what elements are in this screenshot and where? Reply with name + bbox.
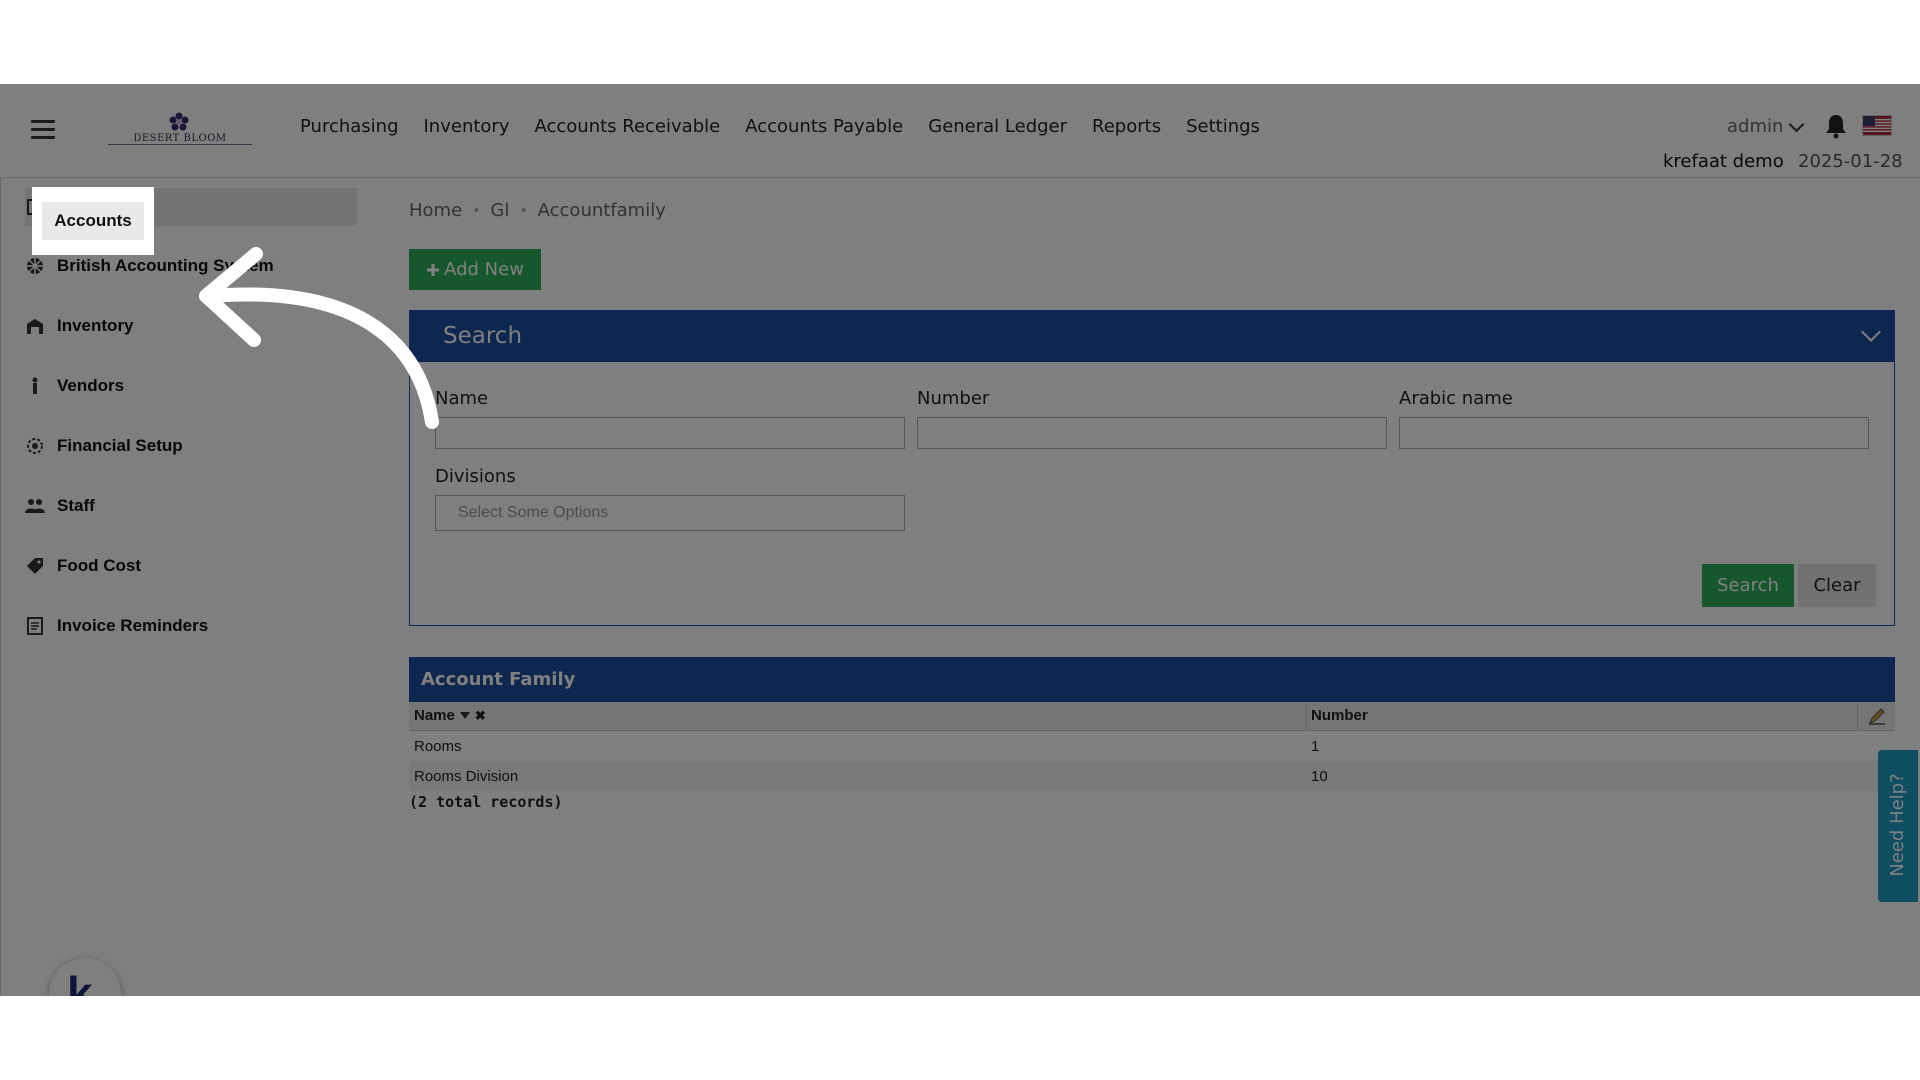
nav-inventory[interactable]: Inventory bbox=[424, 112, 510, 142]
tutorial-arrow-icon bbox=[199, 247, 439, 429]
flag-icon bbox=[25, 256, 45, 276]
sidebar-item-label: Invoice Reminders bbox=[57, 616, 209, 635]
sidebar-item-staff[interactable]: Staff bbox=[25, 487, 357, 525]
company-name: krefaat demo bbox=[1663, 151, 1784, 172]
gear-icon bbox=[25, 436, 45, 456]
need-help-label: Need Help? bbox=[1887, 773, 1908, 877]
tag-icon bbox=[25, 556, 45, 576]
column-name[interactable]: Name ✖ bbox=[414, 707, 486, 724]
chevron-down-icon[interactable] bbox=[1861, 322, 1881, 342]
nav-settings[interactable]: Settings bbox=[1186, 112, 1260, 142]
kanbanize-launcher-button[interactable]: k 4 bbox=[49, 958, 121, 996]
main-nav: Purchasing Inventory Accounts Receivable… bbox=[300, 112, 1285, 142]
us-flag-icon[interactable] bbox=[1862, 115, 1892, 136]
nav-reports[interactable]: Reports bbox=[1092, 112, 1161, 142]
table-row[interactable]: Rooms 1 bbox=[409, 731, 1895, 761]
search-button[interactable]: Search bbox=[1702, 564, 1794, 607]
breadcrumb-home[interactable]: Home bbox=[409, 196, 462, 226]
user-name: admin bbox=[1727, 116, 1784, 137]
column-divider bbox=[1857, 702, 1858, 730]
app-window: DESERT BLOOM Purchasing Inventory Accoun… bbox=[0, 84, 1920, 996]
current-date: 2025-01-28 bbox=[1798, 151, 1903, 172]
sort-desc-icon[interactable] bbox=[459, 712, 470, 719]
sidebar-item-label: Food Cost bbox=[57, 556, 142, 575]
sidebar-item-food-cost[interactable]: Food Cost bbox=[25, 547, 357, 585]
breadcrumb-separator: • bbox=[472, 203, 481, 219]
company-logo[interactable]: DESERT BLOOM bbox=[108, 112, 252, 148]
number-label: Number bbox=[917, 388, 990, 409]
top-header: DESERT BLOOM Purchasing Inventory Accoun… bbox=[0, 84, 1920, 178]
nav-accounts-payable[interactable]: Accounts Payable bbox=[745, 112, 903, 142]
bell-icon[interactable] bbox=[1824, 112, 1848, 140]
clear-sort-icon[interactable]: ✖ bbox=[475, 708, 486, 724]
sidebar-item-label: Financial Setup bbox=[57, 436, 183, 455]
launcher-letter: k bbox=[67, 967, 93, 996]
main-content: Home • Gl • Accountfamily Add New Search… bbox=[384, 178, 1920, 996]
edit-pencil-icon[interactable] bbox=[1867, 706, 1887, 726]
user-menu[interactable]: admin bbox=[1727, 112, 1805, 142]
grid-header-row: Name ✖ Number bbox=[409, 702, 1895, 731]
cell-name: Rooms bbox=[414, 738, 462, 755]
document-icon bbox=[25, 616, 45, 636]
logo-text: DESERT BLOOM bbox=[108, 133, 252, 145]
person-icon bbox=[25, 376, 45, 396]
breadcrumb: Home • Gl • Accountfamily bbox=[409, 196, 666, 226]
number-input[interactable] bbox=[917, 417, 1387, 449]
highlighted-accounts-item[interactable]: Accounts bbox=[42, 202, 144, 240]
total-records: (2 total records) bbox=[409, 793, 563, 811]
column-name-label: Name bbox=[414, 707, 455, 724]
column-divider bbox=[1306, 702, 1307, 730]
name-input[interactable] bbox=[435, 417, 905, 449]
nav-general-ledger[interactable]: General Ledger bbox=[928, 112, 1067, 142]
sidebar-item-invoice-reminders[interactable]: Invoice Reminders bbox=[25, 607, 357, 645]
cell-number: 1 bbox=[1311, 738, 1320, 755]
search-panel: Search Name Number Arabic name Divisions… bbox=[409, 310, 1895, 626]
sidebar-item-label: Vendors bbox=[57, 376, 125, 395]
breadcrumb-gl[interactable]: Gl bbox=[490, 196, 509, 226]
sidebar-item-label: Staff bbox=[57, 496, 95, 515]
breadcrumb-separator: • bbox=[519, 203, 528, 219]
cell-name: Rooms Division bbox=[414, 768, 519, 785]
flower-logo-icon bbox=[169, 112, 189, 131]
nav-accounts-receivable[interactable]: Accounts Receivable bbox=[534, 112, 720, 142]
sidebar-item-label: Inventory bbox=[57, 316, 134, 335]
account-family-grid: Account Family Name ✖ Number Rooms 1 Roo… bbox=[409, 657, 1895, 811]
arabic-name-input[interactable] bbox=[1399, 417, 1869, 449]
table-row[interactable]: Rooms Division 10 bbox=[409, 761, 1895, 791]
divisions-select[interactable]: Select Some Options bbox=[435, 495, 905, 531]
chevron-down-icon bbox=[1789, 116, 1805, 133]
divisions-label: Divisions bbox=[435, 466, 516, 487]
need-help-tab[interactable]: Need Help? bbox=[1878, 750, 1918, 902]
column-number[interactable]: Number bbox=[1311, 707, 1368, 724]
clear-button[interactable]: Clear bbox=[1798, 564, 1876, 607]
search-panel-header[interactable]: Search bbox=[410, 311, 1894, 362]
cell-number: 10 bbox=[1311, 768, 1328, 785]
warehouse-icon bbox=[25, 316, 45, 336]
nav-purchasing[interactable]: Purchasing bbox=[300, 112, 399, 142]
arabic-name-label: Arabic name bbox=[1399, 388, 1513, 409]
grid-title: Account Family bbox=[409, 657, 1895, 702]
users-icon bbox=[25, 496, 45, 516]
hamburger-menu-icon[interactable] bbox=[31, 120, 55, 139]
breadcrumb-current: Accountfamily bbox=[537, 200, 666, 221]
